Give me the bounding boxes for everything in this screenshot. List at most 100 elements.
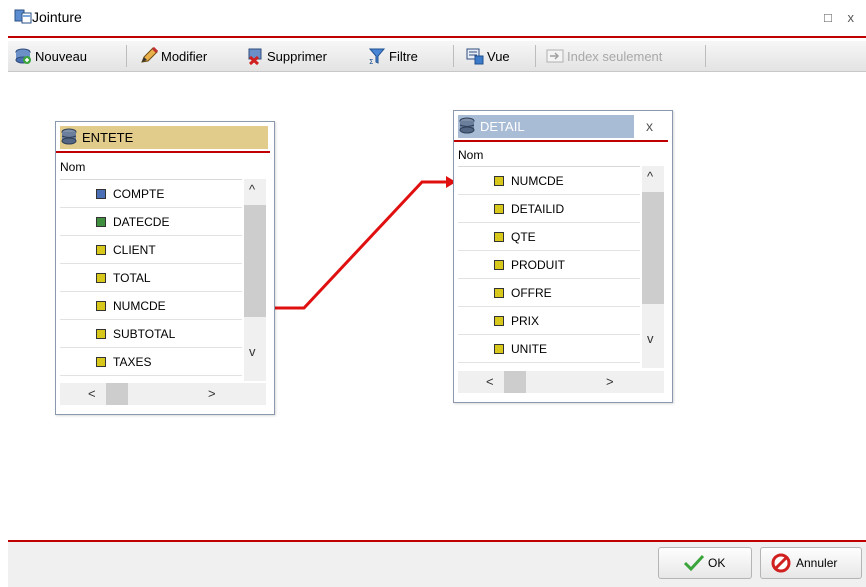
field-row[interactable]: NUMCDE — [60, 292, 242, 320]
field-row[interactable]: TOTAL — [60, 264, 242, 292]
entete-hscroll-thumb[interactable] — [106, 383, 128, 405]
detail-hscrollbar[interactable]: < > — [458, 371, 664, 393]
field-key-icon — [96, 328, 106, 339]
database-icon — [459, 117, 475, 134]
field-row[interactable]: UNITE — [458, 335, 640, 363]
filtre-label: Filtre — [389, 48, 418, 64]
scroll-up-icon[interactable]: ^ — [647, 170, 653, 183]
vue-button[interactable]: Vue — [466, 45, 510, 67]
scroll-left-icon[interactable]: < — [486, 375, 494, 388]
filter-funnel-icon: Σ — [368, 48, 386, 65]
field-name: QTE — [511, 229, 536, 244]
view-icon — [466, 48, 484, 65]
field-key-icon — [494, 231, 504, 242]
field-row[interactable]: DETAILID — [458, 195, 640, 223]
ok-button[interactable]: OK — [658, 547, 752, 579]
field-key-icon — [494, 259, 504, 270]
maximize-button[interactable]: □ — [824, 10, 838, 25]
detail-hscroll-thumb[interactable] — [504, 371, 526, 393]
supprimer-button[interactable]: Supprimer — [246, 45, 327, 67]
join-canvas[interactable]: ENTETE Nom COMPTE DATECDE CLIENT TOTAL NUMCD… — [8, 72, 866, 540]
ok-label: OK — [708, 556, 726, 570]
field-key-icon — [494, 175, 504, 186]
detail-close-button[interactable]: x — [646, 118, 653, 134]
supprimer-label: Supprimer — [267, 48, 327, 64]
scroll-left-icon[interactable]: < — [88, 387, 96, 400]
entete-vscroll-thumb[interactable] — [244, 205, 266, 317]
table-entete[interactable]: ENTETE Nom COMPTE DATECDE CLIENT TOTAL NUMCD… — [55, 121, 275, 415]
field-row[interactable]: CLIENT — [60, 236, 242, 264]
field-row[interactable]: NUMCDE — [458, 167, 640, 195]
table-detail[interactable]: DETAIL x Nom NUMCDE DETAILID QTE PRODUIT OFF… — [453, 110, 673, 403]
field-name: COMPTE — [113, 186, 165, 201]
entete-title: ENTETE — [60, 126, 133, 148]
index-seulement-button[interactable]: Index seulement — [546, 45, 662, 67]
field-name: UNITE — [511, 341, 547, 356]
svg-text:Σ: Σ — [369, 58, 373, 65]
field-row[interactable]: SUBTOTAL — [60, 320, 242, 348]
toolbar-separator — [453, 45, 454, 67]
modifier-button[interactable]: Modifier — [140, 45, 207, 67]
toolbar-separator — [126, 45, 127, 67]
join-line[interactable] — [275, 180, 446, 310]
scroll-right-icon[interactable]: > — [208, 387, 216, 400]
field-name: PRIX — [511, 313, 540, 328]
field-row[interactable]: DATECDE — [60, 208, 242, 236]
field-key-icon — [96, 356, 106, 367]
field-key-icon — [96, 272, 106, 283]
window-buttons: □ x — [824, 10, 860, 25]
title-separator — [8, 36, 866, 38]
field-name: OFFRE — [511, 285, 552, 300]
field-key-icon — [494, 287, 504, 298]
detail-vscrollbar[interactable]: ^ v — [642, 166, 664, 368]
field-row[interactable]: QTE — [458, 223, 640, 251]
field-key-icon — [494, 315, 504, 326]
database-icon — [61, 128, 77, 145]
field-row[interactable]: TAXES — [60, 348, 242, 376]
toolbar-separator — [705, 45, 706, 67]
field-name: NUMCDE — [113, 298, 166, 313]
field-name: SUBTOTAL — [113, 326, 176, 341]
field-key-icon — [494, 343, 504, 354]
field-row[interactable]: COMPTE — [60, 180, 242, 208]
field-row[interactable]: PRIX — [458, 307, 640, 335]
field-name: TAXES — [113, 354, 152, 369]
field-key-icon — [96, 300, 106, 311]
detail-vscroll-thumb[interactable] — [642, 192, 664, 304]
scroll-up-icon[interactable]: ^ — [249, 183, 255, 196]
toolbar-separator — [535, 45, 536, 67]
new-table-icon — [15, 48, 31, 64]
field-row[interactable]: OFFRE — [458, 279, 640, 307]
vue-label: Vue — [487, 48, 510, 64]
title-bar: Jointure □ x — [0, 0, 866, 34]
delete-icon — [248, 48, 262, 65]
detail-column-header: Nom — [458, 148, 484, 162]
field-key-icon — [494, 203, 504, 214]
field-name: NUMCDE — [511, 173, 564, 188]
detail-title: DETAIL — [458, 115, 525, 137]
detail-name: DETAIL — [480, 118, 525, 134]
entete-column-header: Nom — [60, 160, 86, 174]
close-window-button[interactable]: x — [848, 10, 861, 25]
field-row[interactable]: PRODUIT — [458, 251, 640, 279]
nouveau-button[interactable]: Nouveau — [14, 45, 87, 67]
jointure-app-icon — [14, 9, 32, 24]
scroll-down-icon[interactable]: v — [249, 345, 256, 358]
field-name: CLIENT — [113, 242, 156, 257]
field-key-icon — [96, 188, 106, 199]
entete-hscrollbar[interactable]: < > — [60, 383, 266, 405]
index-seulement-label: Index seulement — [567, 48, 663, 64]
field-key-icon — [96, 216, 106, 227]
field-name: PRODUIT — [511, 257, 565, 272]
checkmark-icon — [683, 554, 705, 572]
entete-name: ENTETE — [82, 129, 134, 145]
field-name: DETAILID — [511, 201, 565, 216]
detail-field-list: NUMCDE DETAILID QTE PRODUIT OFFRE PRIX UNITE — [458, 166, 640, 369]
filtre-button[interactable]: Σ Filtre — [368, 45, 418, 67]
modifier-label: Modifier — [161, 48, 208, 64]
scroll-right-icon[interactable]: > — [606, 375, 614, 388]
scroll-down-icon[interactable]: v — [647, 332, 654, 345]
annuler-button[interactable]: Annuler — [760, 547, 862, 579]
nouveau-label: Nouveau — [35, 48, 88, 64]
entete-vscrollbar[interactable]: ^ v — [244, 179, 266, 381]
